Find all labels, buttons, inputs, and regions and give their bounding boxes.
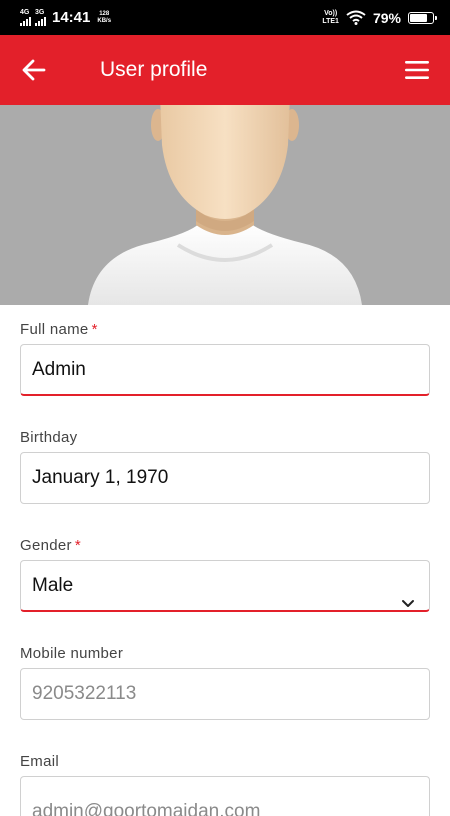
required-mark: * bbox=[74, 537, 81, 554]
birthday-input[interactable]: January 1, 1970 bbox=[20, 452, 430, 504]
volte-bottom: LTE1 bbox=[322, 17, 339, 25]
email-value: admin@qoortomaidan.com bbox=[32, 801, 261, 816]
wifi-icon bbox=[346, 10, 366, 25]
volte-indicator: Vo)) LTE1 bbox=[322, 10, 339, 26]
mobile-number-input[interactable]: 9205322113 bbox=[20, 668, 430, 720]
app-bar: User profile bbox=[0, 35, 450, 105]
gender-select[interactable]: Male bbox=[20, 560, 430, 612]
battery-percent: 79% bbox=[372, 9, 401, 26]
avatar[interactable] bbox=[0, 105, 450, 305]
network-speed-value: 128 bbox=[99, 10, 110, 17]
network-type-1: 4G bbox=[20, 9, 30, 16]
arrow-left-icon[interactable] bbox=[20, 56, 50, 84]
full-name-input[interactable]: Admin bbox=[20, 344, 430, 396]
gender-label-text: Gender bbox=[20, 537, 72, 554]
required-mark: * bbox=[91, 321, 98, 338]
chevron-down-icon bbox=[401, 579, 415, 629]
battery-icon bbox=[408, 11, 437, 24]
volte-top: Vo)) bbox=[324, 9, 338, 17]
gender-value: Male bbox=[32, 575, 74, 596]
network-type-2: 3G bbox=[35, 9, 45, 16]
full-name-label-text: Full name bbox=[20, 321, 89, 338]
birthday-label: Birthday bbox=[20, 429, 78, 446]
network-speed-unit: KB/s bbox=[97, 17, 112, 24]
signal-icon: 4G bbox=[20, 9, 31, 26]
email-label: Email bbox=[20, 753, 60, 770]
mobile-number-label: Mobile number bbox=[20, 645, 124, 662]
signal-icon-2: 3G bbox=[35, 9, 46, 26]
network-speed: 128 KB/s bbox=[97, 11, 111, 25]
profile-placeholder-icon bbox=[88, 105, 362, 305]
hamburger-menu-icon[interactable] bbox=[404, 59, 430, 81]
email-input[interactable]: admin@qoortomaidan.com bbox=[20, 776, 430, 816]
page-title: User profile bbox=[100, 58, 208, 81]
gender-label: Gender * bbox=[20, 537, 81, 554]
full-name-label: Full name * bbox=[20, 321, 98, 338]
clock: 14:41 bbox=[52, 9, 91, 26]
status-bar: 4G 3G 14:41 128 KB/s Vo)) LTE1 79% bbox=[0, 0, 450, 35]
